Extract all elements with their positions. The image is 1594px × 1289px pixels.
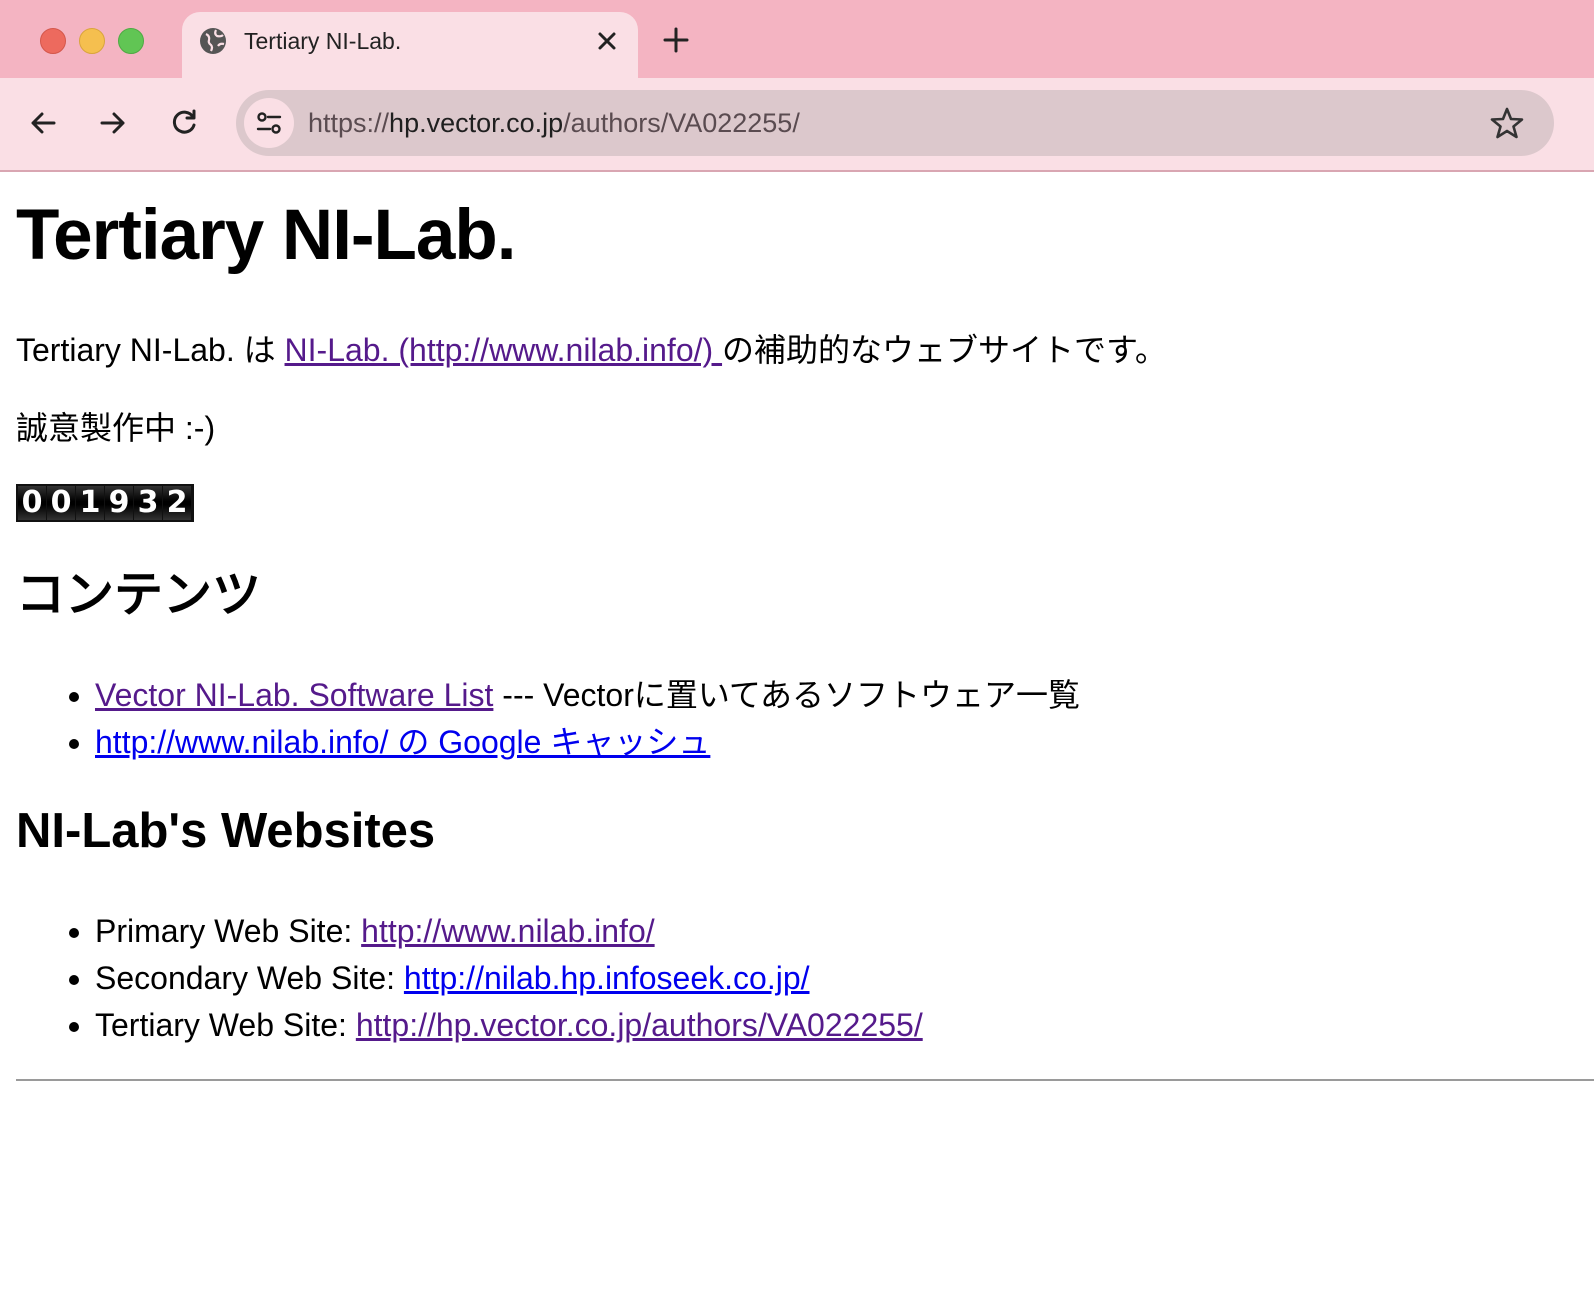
intro-paragraph: Tertiary NI-Lab. は NI-Lab. (http://www.n… (16, 330, 1594, 370)
browser-chrome: Tertiary NI-Lab. https://hp.vector.co.jp… (0, 0, 1594, 172)
list-item: Secondary Web Site: http://nilab.hp.info… (95, 955, 1594, 1002)
arrow-left-icon[interactable] (26, 106, 60, 140)
counter-digit: 0 (47, 486, 75, 520)
access-counter: 0 0 1 9 3 2 (16, 484, 194, 522)
reload-icon[interactable] (167, 106, 201, 140)
horizontal-rule (16, 1079, 1594, 1081)
intro-suffix: の補助的なウェブサイトです。 (722, 332, 1167, 368)
globe-icon (200, 28, 226, 54)
websites-list: Primary Web Site: http://www.nilab.info/… (16, 908, 1594, 1049)
tertiary-site-link[interactable]: http://hp.vector.co.jp/authors/VA022255/ (356, 1007, 923, 1043)
counter-digit: 9 (105, 486, 133, 520)
browser-tab[interactable]: Tertiary NI-Lab. (182, 12, 638, 84)
plus-icon[interactable] (660, 24, 692, 56)
counter-digit: 1 (76, 486, 104, 520)
page-title: Tertiary NI-Lab. (16, 196, 517, 275)
counter-digit: 2 (163, 486, 191, 520)
tab-title: Tertiary NI-Lab. (244, 28, 402, 54)
window-maximize-button[interactable] (118, 28, 144, 54)
url-scheme: https:// (308, 108, 390, 138)
page-content: Tertiary NI-Lab. Tertiary NI-Lab. は NI-L… (16, 172, 1594, 1081)
browser-toolbar: https://hp.vector.co.jp/authors/VA022255… (0, 78, 1594, 172)
nilab-link[interactable]: NI-Lab. (http://www.nilab.info/) (285, 332, 723, 368)
list-item: http://www.nilab.info/ の Google キャッシュ (95, 719, 1594, 766)
url-path: /authors/VA022255/ (563, 108, 800, 138)
list-item: Vector NI-Lab. Software List --- Vectorに… (95, 672, 1594, 719)
google-cache-link[interactable]: http://www.nilab.info/ の Google キャッシュ (95, 724, 710, 760)
site-label: Primary Web Site: (95, 913, 362, 949)
contents-list: Vector NI-Lab. Software List --- Vectorに… (16, 672, 1594, 766)
star-icon[interactable] (1488, 104, 1526, 142)
wip-text: 誠意製作中 :-) (16, 410, 216, 446)
site-label: Tertiary Web Site: (95, 1007, 356, 1043)
address-bar[interactable]: https://hp.vector.co.jp/authors/VA022255… (236, 90, 1554, 156)
tune-icon (256, 112, 282, 134)
counter-digit: 0 (18, 486, 46, 520)
list-item: Primary Web Site: http://www.nilab.info/ (95, 908, 1594, 955)
software-list-link[interactable]: Vector NI-Lab. Software List (95, 677, 493, 713)
site-info-button[interactable] (244, 98, 294, 148)
list-item-text: --- Vectorに置いてあるソフトウェア一覧 (493, 677, 1080, 713)
close-icon[interactable] (592, 26, 622, 56)
secondary-site-link[interactable]: http://nilab.hp.infoseek.co.jp/ (404, 960, 810, 996)
counter-digit: 3 (134, 486, 162, 520)
site-label: Secondary Web Site: (95, 960, 404, 996)
contents-heading: コンテンツ (16, 568, 262, 622)
url-text[interactable]: https://hp.vector.co.jp/authors/VA022255… (308, 106, 800, 140)
primary-site-link[interactable]: http://www.nilab.info/ (361, 913, 654, 949)
websites-heading: NI-Lab's Websites (16, 804, 436, 858)
arrow-right-icon[interactable] (96, 106, 130, 140)
window-minimize-button[interactable] (79, 28, 105, 54)
list-item: Tertiary Web Site: http://hp.vector.co.j… (95, 1002, 1594, 1049)
window-close-button[interactable] (40, 28, 66, 54)
url-host: hp.vector.co.jp (389, 108, 564, 138)
intro-prefix: Tertiary NI-Lab. は (16, 332, 285, 368)
